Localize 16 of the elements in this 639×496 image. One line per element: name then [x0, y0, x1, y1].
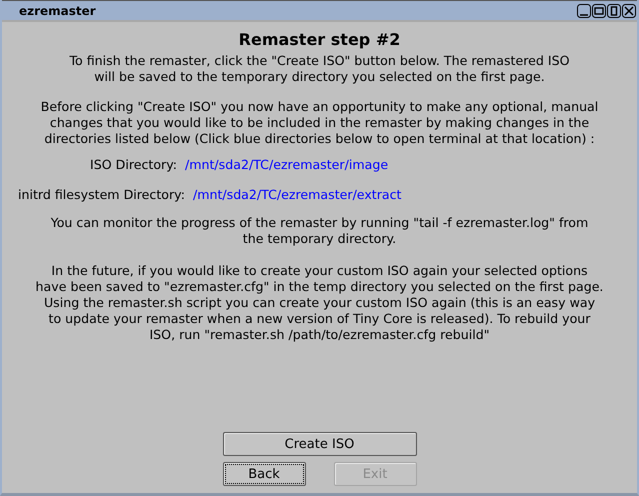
directory-label: ISO Directory:: [90, 157, 177, 173]
close-icon[interactable]: [622, 4, 636, 18]
instructions-paragraph: Before clicking "Create ISO" you now have an opportunity to make any optional, manual changes that you would like to be included in the remaster by making changes in the directories listed below (Click blue directories below to open terminal at that location) :: [40, 99, 598, 147]
create-iso-button[interactable]: Create ISO: [222, 432, 416, 456]
directory-link[interactable]: /mnt/sda2/TC/ezremaster/image: [185, 157, 388, 173]
directory-link[interactable]: /mnt/sda2/TC/ezremaster/extract: [192, 187, 402, 203]
intro-paragraph: To finish the remaster, click the "Create ISO" button below. The remastered ISO will be saved to the temporary directory you selected on the first page.: [69, 53, 570, 85]
step-heading: Remaster step #2: [238, 30, 400, 50]
monitor-paragraph: You can monitor the progress of the remaster by running "tail -f ezremaster.log" from the temporary directory.: [50, 215, 588, 247]
maximize-icon[interactable]: [592, 4, 606, 18]
back-button[interactable]: Back: [222, 462, 306, 486]
minimize-icon[interactable]: [577, 4, 591, 18]
directory-label: initrd filesystem Directory:: [18, 187, 185, 203]
rebuild-paragraph: In the future, if you would like to create your custom ISO again your selected options have been saved to "ezremaster.cfg" in the temp directory you selected on the first page. Using the remaster.sh script you can create your custom ISO again (this is an easy way to update your remaster when a new version of Tiny Core is released). To rebuild your ISO, run "remaster.sh /path/to/ezremaster.cfg rebuild": [36, 263, 604, 343]
window-title: ezremaster: [19, 4, 96, 18]
restore-icon[interactable]: [607, 4, 621, 18]
